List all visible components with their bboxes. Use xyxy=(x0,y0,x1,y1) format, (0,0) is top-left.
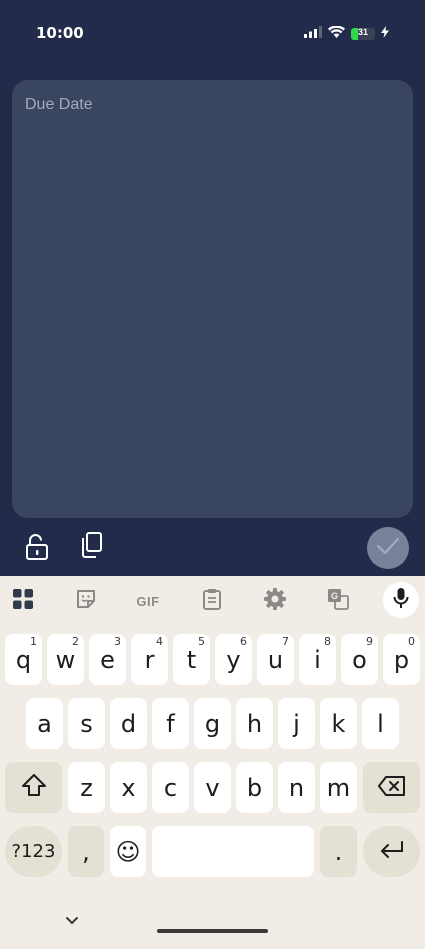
status-icons: 31 xyxy=(304,25,389,43)
lock-toggle-button[interactable] xyxy=(22,533,54,565)
key-c[interactable]: c xyxy=(152,762,189,813)
settings-icon xyxy=(264,587,286,615)
keyboard-toolbar: GIF G xyxy=(0,576,425,626)
copy-icon xyxy=(79,531,105,564)
signal-icon xyxy=(304,25,322,43)
wifi-icon xyxy=(328,25,345,43)
translate-button[interactable]: G xyxy=(321,584,355,618)
clipboard-button[interactable] xyxy=(195,584,229,618)
battery-level: 31 xyxy=(357,28,368,37)
soft-keyboard: GIF G q 1 w 2 e 3 r 4 t 5 y 6 u 7 i 8 o … xyxy=(0,576,425,949)
comma-key[interactable]: , xyxy=(68,826,104,877)
key-n[interactable]: n xyxy=(278,762,315,813)
key-k[interactable]: k xyxy=(320,698,357,749)
key-j[interactable]: j xyxy=(278,698,315,749)
lock-open-icon xyxy=(25,533,51,566)
due-date-input[interactable] xyxy=(12,80,413,518)
space-key[interactable] xyxy=(152,826,314,877)
charging-bolt-icon xyxy=(381,25,389,43)
backspace-icon xyxy=(377,774,406,802)
apps-grid-icon xyxy=(12,588,34,615)
key-f[interactable]: f xyxy=(152,698,189,749)
sticker-button[interactable] xyxy=(69,584,103,618)
enter-key[interactable] xyxy=(363,826,420,877)
key-l[interactable]: l xyxy=(362,698,399,749)
confirm-button[interactable] xyxy=(367,527,409,569)
key-i[interactable]: i8 xyxy=(299,634,336,685)
key-h[interactable]: h xyxy=(236,698,273,749)
key-b[interactable]: b xyxy=(236,762,273,813)
backspace-key[interactable] xyxy=(363,762,420,813)
key-s[interactable]: s xyxy=(68,698,105,749)
key-d[interactable]: d xyxy=(110,698,147,749)
key-w[interactable]: w2 xyxy=(47,634,84,685)
note-card xyxy=(12,80,413,518)
copy-button[interactable] xyxy=(76,531,108,563)
voice-input-button[interactable] xyxy=(383,582,419,618)
key-r[interactable]: r4 xyxy=(131,634,168,685)
translate-icon: G xyxy=(327,588,349,615)
home-indicator[interactable] xyxy=(157,929,268,933)
mic-icon xyxy=(393,587,409,614)
settings-button[interactable] xyxy=(258,584,292,618)
gif-button[interactable]: GIF xyxy=(131,584,165,618)
key-o[interactable]: o9 xyxy=(341,634,378,685)
key-e[interactable]: e3 xyxy=(89,634,126,685)
enter-icon xyxy=(379,838,405,866)
key-t[interactable]: t5 xyxy=(173,634,210,685)
shift-key[interactable] xyxy=(5,762,62,813)
emoji-key[interactable]: ☺ xyxy=(110,826,146,877)
status-bar: 10:00 31 xyxy=(0,0,425,68)
key-y[interactable]: y6 xyxy=(215,634,252,685)
key-q[interactable]: q1 xyxy=(5,634,42,685)
clipboard-icon xyxy=(202,588,222,615)
svg-text:G: G xyxy=(331,591,338,601)
gif-icon: GIF xyxy=(136,593,160,609)
status-time: 10:00 xyxy=(36,24,84,42)
key-a[interactable]: a xyxy=(26,698,63,749)
apps-grid-button[interactable] xyxy=(6,584,40,618)
battery-indicator: 31 xyxy=(351,28,375,40)
emoji-icon: ☺ xyxy=(115,837,141,866)
period-key[interactable]: . xyxy=(320,826,357,877)
key-v[interactable]: v xyxy=(194,762,231,813)
shift-icon xyxy=(21,773,47,803)
key-p[interactable]: p0 xyxy=(383,634,420,685)
hide-keyboard-button[interactable] xyxy=(62,914,82,928)
sticker-icon xyxy=(75,588,97,615)
symbols-key[interactable]: ?123 xyxy=(5,826,62,877)
key-u[interactable]: u7 xyxy=(257,634,294,685)
chevron-down-icon xyxy=(65,912,79,930)
key-g[interactable]: g xyxy=(194,698,231,749)
key-x[interactable]: x xyxy=(110,762,147,813)
check-icon xyxy=(376,537,400,560)
key-z[interactable]: z xyxy=(68,762,105,813)
key-m[interactable]: m xyxy=(320,762,357,813)
